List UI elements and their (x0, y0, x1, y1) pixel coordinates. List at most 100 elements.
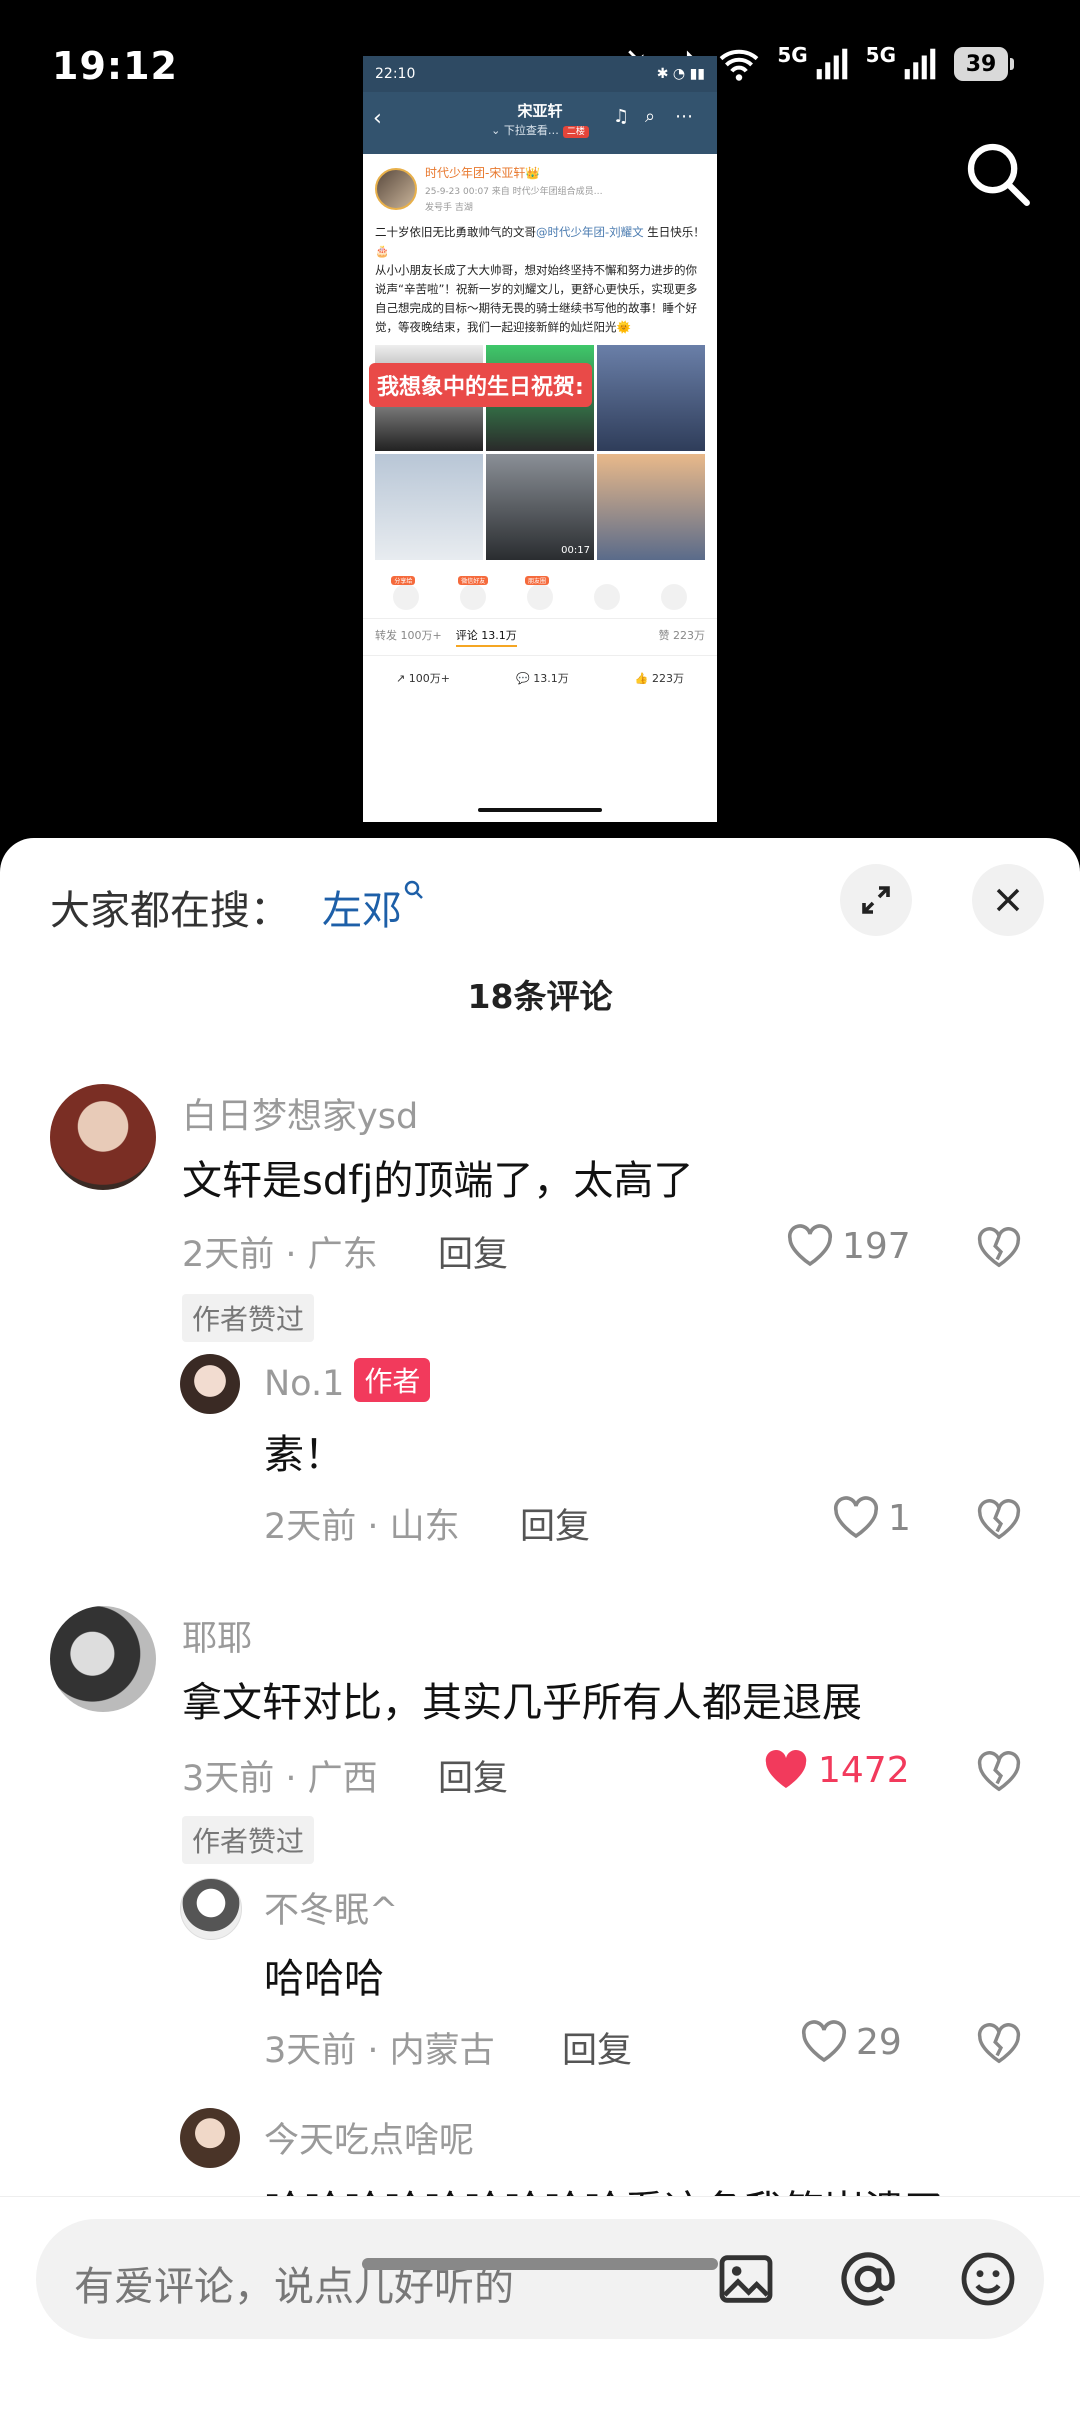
search-small-icon (404, 880, 423, 899)
post-text: 二十岁依旧无比勇敢帅气的文哥@时代少年团-刘耀文 生日快乐！🎂 从小小朋友长成了… (375, 223, 705, 337)
avatar[interactable] (180, 1878, 242, 1940)
reply-meta: 2天前 · 山东 (264, 1507, 460, 1547)
embedded-status-bar: 22:10 ✱ ◔ ▮▮ (363, 56, 717, 92)
author-liked-badge: 作者赞过 (182, 1294, 315, 1342)
author-liked-badge: 作者赞过 (182, 1816, 315, 1864)
heart-icon (787, 1224, 833, 1267)
embedded-home-indicator (478, 808, 602, 812)
like-button[interactable]: 1 (832, 1496, 911, 1540)
post-line-1: 二十岁依旧无比勇敢帅气的文哥 (375, 225, 536, 239)
reply-text: 素！ (264, 1432, 344, 1478)
battery-icon: 39 (954, 47, 1014, 81)
expand-button[interactable] (840, 864, 912, 936)
broken-heart-icon[interactable] (976, 1498, 1022, 1542)
status-time: 19:12 (52, 44, 178, 88)
author-tag: 作者 (354, 1358, 431, 1402)
search-icon[interactable] (962, 138, 1034, 210)
like-count: 223万 (651, 672, 684, 685)
like-count: 1472 (818, 1749, 910, 1791)
like-action: 👍 223万 (634, 672, 684, 685)
comment-text: 拿文轩对比，其实几乎所有人都是退展 (182, 1680, 862, 1726)
image-icon[interactable] (714, 2247, 778, 2311)
share-item-2: 微信好友 (458, 576, 489, 610)
repost-count: 100万+ (408, 672, 450, 685)
avatar[interactable] (180, 1354, 240, 1414)
net-label-1: 5G (777, 43, 808, 67)
wifi-icon (719, 49, 759, 81)
author-avatar (375, 167, 417, 210)
like-count: 1 (888, 1497, 911, 1539)
embedded-title: 宋亚轩 (517, 102, 563, 120)
headphones-icon: ♫ (613, 106, 630, 127)
avatar[interactable] (50, 1084, 156, 1190)
share-badge-2: 微信好友 (458, 576, 489, 585)
like-count: 29 (856, 2021, 902, 2063)
reply-button[interactable]: 回复 (520, 1498, 590, 1549)
tab-repost: 转发 100万+ (375, 629, 442, 642)
embedded-screenshot[interactable]: 22:10 ✱ ◔ ▮▮ ‹ 宋亚轩 ⌄ 下拉查看… 二楼 ♫ ⌕ ⋯ 时代少年团… (363, 56, 717, 822)
reply-author[interactable]: 今天吃点啥呢 (264, 2112, 474, 2163)
comment-author[interactable]: 白日梦想家ysd (182, 1088, 418, 1139)
comment-action: 💬 13.1万 (516, 672, 569, 685)
close-button[interactable] (972, 864, 1044, 936)
photo-4 (375, 454, 483, 560)
embedded-subtitle-text: ⌄ 下拉查看… (491, 124, 559, 137)
reply-button[interactable]: 回复 (438, 1750, 508, 1801)
reply-button[interactable]: 回复 (438, 1226, 508, 1277)
heart-filled-icon (765, 1749, 807, 1788)
at-icon[interactable] (836, 2247, 900, 2311)
hot-search-term[interactable]: 左邓 (322, 878, 426, 936)
share-item-3: 朋友圈 (524, 576, 553, 610)
embedded-time: 22:10 (375, 66, 416, 82)
signal-icon (816, 48, 847, 80)
comment-input[interactable]: 有爱评论，说点儿好听的 (36, 2219, 1044, 2339)
reply-author[interactable]: 不冬眠^ (264, 1882, 398, 1933)
share-badge-3: 朋友圈 (524, 576, 549, 585)
post-body: 从小小朋友长成了大大帅哥，想对始终坚持不懈和努力进步的你说声“辛苦啦”！祝新一岁… (375, 263, 698, 334)
share-item-4 (593, 584, 620, 610)
avatar[interactable] (50, 1606, 156, 1712)
comment-text: 文轩是sdfj的顶端了，太高了 (182, 1158, 694, 1204)
reply-button[interactable]: 回复 (562, 2022, 632, 2073)
post-tabs: 转发 100万+ 评论 13.1万 赞 223万 (363, 618, 717, 656)
post-card: 时代少年团-宋亚轩👑 25-9-23 00:07 来自 时代少年团组合成员… 发… (363, 154, 717, 570)
comment-sheet: 大家都在搜： 左邓 18条评论 白日梦想家ysd 文轩是sdfj的顶端了，太高了… (0, 838, 1080, 2412)
comment-meta: 3天前 · 广西 (182, 1759, 378, 1799)
embedded-nav: ‹ 宋亚轩 ⌄ 下拉查看… 二楼 ♫ ⌕ ⋯ (363, 92, 717, 154)
repost-action: ↗ 100万+ (396, 672, 450, 685)
like-button[interactable]: 197 (786, 1224, 911, 1268)
comment-count-title: 18条评论 (467, 977, 613, 1016)
expand-icon (862, 886, 890, 914)
comment-input-bar: 有爱评论，说点儿好听的 (0, 2196, 1080, 2412)
broken-heart-icon[interactable] (976, 1226, 1022, 1270)
embedded-subtitle: ⌄ 下拉查看… 二楼 (363, 122, 717, 138)
embedded-status-icons: ✱ ◔ ▮▮ (656, 66, 705, 82)
avatar[interactable] (180, 2108, 240, 2168)
like-button[interactable]: 29 (800, 2020, 902, 2064)
share-badge-1: 分享给 (391, 576, 416, 585)
home-indicator (362, 2258, 718, 2270)
reply-author[interactable]: No.1 作者 (264, 1358, 431, 1404)
reply-author-name: No.1 (264, 1364, 345, 1404)
comment-author[interactable]: 耶耶 (182, 1610, 252, 1661)
net-label-2: 5G (865, 43, 896, 67)
video-duration: 00:17 (561, 545, 590, 556)
emoji-icon[interactable] (956, 2247, 1020, 2311)
like-button-active[interactable]: 1472 (762, 1748, 910, 1792)
photo-5: 00:17 (486, 454, 594, 560)
post-mention: @时代少年团-刘耀文 (536, 225, 644, 239)
embedded-search-icon: ⌕ (645, 106, 656, 127)
comment-meta: 2天前 · 广东 (182, 1235, 378, 1275)
broken-heart-icon[interactable] (976, 2022, 1022, 2066)
share-item-5 (660, 584, 687, 610)
signal-icon-2 (904, 48, 936, 80)
tab-like: 赞 223万 (658, 629, 706, 642)
like-count: 197 (842, 1225, 911, 1267)
share-item-1: 分享给 (391, 576, 420, 610)
reply-text: 哈哈哈 (264, 1956, 384, 2002)
post-meta-2: 发号手 吉湖 (425, 203, 473, 213)
banner-text: 我想象中的生日祝贺: (369, 363, 592, 407)
broken-heart-icon[interactable] (976, 1750, 1022, 1794)
embedded-title-tag: 二楼 (562, 126, 589, 138)
heart-icon (833, 1496, 879, 1539)
